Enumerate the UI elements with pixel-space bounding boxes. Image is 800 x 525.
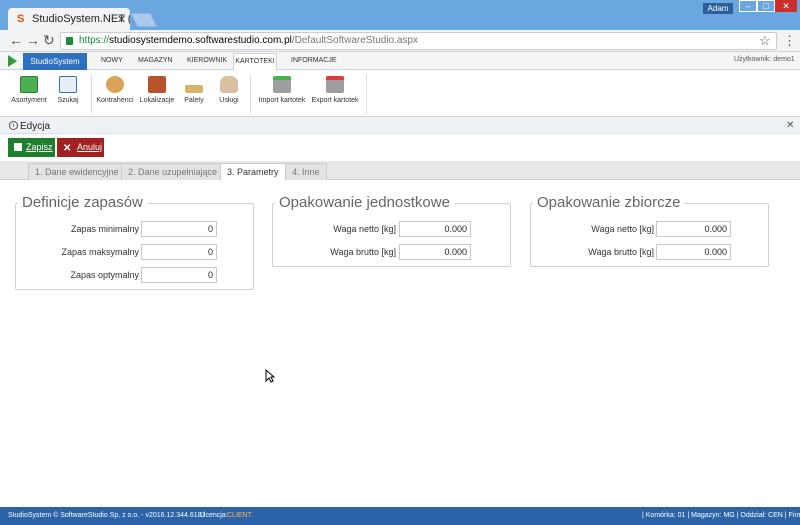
- forward-icon[interactable]: →: [26, 32, 40, 48]
- tab-close-icon[interactable]: ✕: [117, 13, 126, 26]
- menu-kierownik[interactable]: KIEROWNIK: [187, 55, 227, 67]
- import-label: Import kartotek: [258, 97, 306, 104]
- waga-brutto-label: Waga brutto [kg]: [330, 247, 396, 257]
- cancel-label: Anuluj: [77, 142, 103, 152]
- zapas-maksymalny-input[interactable]: 0: [141, 244, 217, 260]
- zapas-optymalny-input[interactable]: 0: [141, 267, 217, 283]
- reload-icon[interactable]: ↻: [43, 32, 55, 48]
- definicje-zapasow-legend: Definicje zapasów: [18, 194, 147, 211]
- menu-magazyn[interactable]: MAGAZYN: [138, 55, 173, 67]
- floppy-icon: [14, 143, 22, 151]
- status-context: | Komórka: 01 | Magazyn: MG | Oddział: C…: [642, 512, 800, 519]
- zapas-optymalny-label: Zapas optymalny: [70, 270, 139, 280]
- waga-netto-input[interactable]: 0.000: [399, 221, 471, 237]
- kontrahenci-button[interactable]: Kontrahenci: [96, 76, 134, 104]
- edit-panel-title: Edycja: [20, 121, 51, 132]
- lock-icon[interactable]: [66, 37, 73, 45]
- user-label: Użytkownik: demo1: [734, 56, 795, 63]
- studiosystem-button[interactable]: StudioSystem: [23, 53, 87, 70]
- uslugi-button[interactable]: Usługi: [217, 76, 241, 104]
- tab-dane-uzupelniajace[interactable]: 2. Dane uzupełniające: [121, 163, 225, 180]
- zbiorcze-waga-brutto-label: Waga brutto [kg]: [588, 247, 654, 257]
- contacts-icon: [106, 76, 124, 93]
- cancel-button[interactable]: ✕ Anuluj: [57, 138, 104, 157]
- address-bar[interactable]: https://studiosystemdemo.softwarestudio.…: [60, 32, 777, 50]
- edit-panel-header: [0, 117, 800, 134]
- profile-badge[interactable]: Adam: [703, 3, 733, 14]
- lokalizacje-button[interactable]: Lokalizacje: [139, 76, 175, 104]
- opakowanie-zbiorcze-legend: Opakowanie zbiorcze: [533, 194, 685, 211]
- export-label: Export kartotek: [311, 97, 359, 104]
- asortyment-label: Asortyment: [11, 97, 47, 104]
- tab-dane-ewidencyjne[interactable]: 1. Dane ewidencyjne: [28, 163, 126, 180]
- waga-netto-label: Waga netto [kg]: [333, 224, 396, 234]
- url-scheme: https://: [79, 35, 110, 46]
- info-icon: i: [9, 121, 18, 130]
- import-button[interactable]: Import kartotek: [258, 76, 306, 104]
- shelves-icon: [148, 76, 166, 93]
- tab-parametry[interactable]: 3. Parametry: [220, 163, 286, 181]
- zbiorcze-waga-netto-input[interactable]: 0.000: [656, 221, 731, 237]
- status-copyright: StudioSystem © SoftwareStudio Sp. z o.o.…: [8, 512, 206, 519]
- import-icon: [273, 76, 291, 93]
- menu-nowy[interactable]: NOWY: [101, 55, 123, 67]
- asortyment-icon: [20, 76, 38, 93]
- url-path: /DefaultSoftwareStudio.aspx: [291, 35, 419, 46]
- play-icon[interactable]: [8, 55, 17, 67]
- zapas-minimalny-label: Zapas minimalny: [70, 224, 139, 234]
- export-button[interactable]: Export kartotek: [311, 76, 359, 104]
- x-icon: ✕: [63, 143, 72, 154]
- zapas-maksymalny-label: Zapas maksymalny: [61, 247, 139, 257]
- zbiorcze-waga-netto-label: Waga netto [kg]: [591, 224, 654, 234]
- tab-inne[interactable]: 4. Inne: [285, 163, 327, 180]
- kontrahenci-label: Kontrahenci: [96, 97, 134, 104]
- export-icon: [326, 76, 344, 93]
- licencja-value: CLIENT: [227, 512, 252, 519]
- minimize-icon[interactable]: –: [739, 0, 757, 12]
- save-button[interactable]: Zapisz: [8, 138, 55, 157]
- uslugi-label: Usługi: [219, 97, 239, 104]
- zbiorcze-waga-brutto-input[interactable]: 0.000: [656, 244, 731, 260]
- maximize-icon[interactable]: □: [757, 0, 775, 12]
- zapas-minimalny-input[interactable]: 0: [141, 221, 217, 237]
- licencja-label: Licencja:: [200, 512, 228, 519]
- menu-informacje[interactable]: INFORMACJE: [291, 55, 337, 67]
- pallet-icon: [185, 85, 203, 93]
- palety-button[interactable]: Palety: [183, 76, 205, 104]
- ribbon-separator: [91, 74, 92, 114]
- app-favicon-icon: S: [17, 13, 25, 25]
- ribbon-separator: [250, 74, 251, 114]
- asortyment-button[interactable]: Asortyment: [9, 76, 49, 104]
- info-search-icon: [59, 76, 77, 93]
- status-bar: StudioSystem © SoftwareStudio Sp. z o.o.…: [0, 507, 800, 525]
- palety-label: Palety: [184, 97, 204, 104]
- waga-brutto-input[interactable]: 0.000: [399, 244, 471, 260]
- menu-kartoteki[interactable]: KARTOTEKI: [233, 53, 277, 70]
- bookmark-star-icon[interactable]: ☆: [759, 33, 771, 49]
- close-icon[interactable]: ✕: [786, 120, 794, 131]
- close-window-icon[interactable]: ✕: [775, 0, 797, 12]
- szukaj-button[interactable]: Szukaj: [55, 76, 81, 104]
- back-icon[interactable]: ←: [9, 32, 23, 48]
- lokalizacje-label: Lokalizacje: [139, 97, 175, 104]
- opakowanie-jednostkowe-legend: Opakowanie jednostkowe: [275, 194, 454, 211]
- mouse-cursor-icon: [265, 369, 275, 383]
- browser-menu-icon[interactable]: ⋮: [783, 33, 796, 49]
- url-host: studiosystemdemo.softwarestudio.com.pl: [109, 35, 292, 46]
- tab-title: StudioSystem.NET (c) So: [32, 13, 130, 25]
- szukaj-label: Szukaj: [57, 97, 79, 104]
- save-label: Zapisz: [26, 142, 53, 152]
- hand-icon: [220, 76, 238, 93]
- ribbon-separator: [366, 74, 367, 114]
